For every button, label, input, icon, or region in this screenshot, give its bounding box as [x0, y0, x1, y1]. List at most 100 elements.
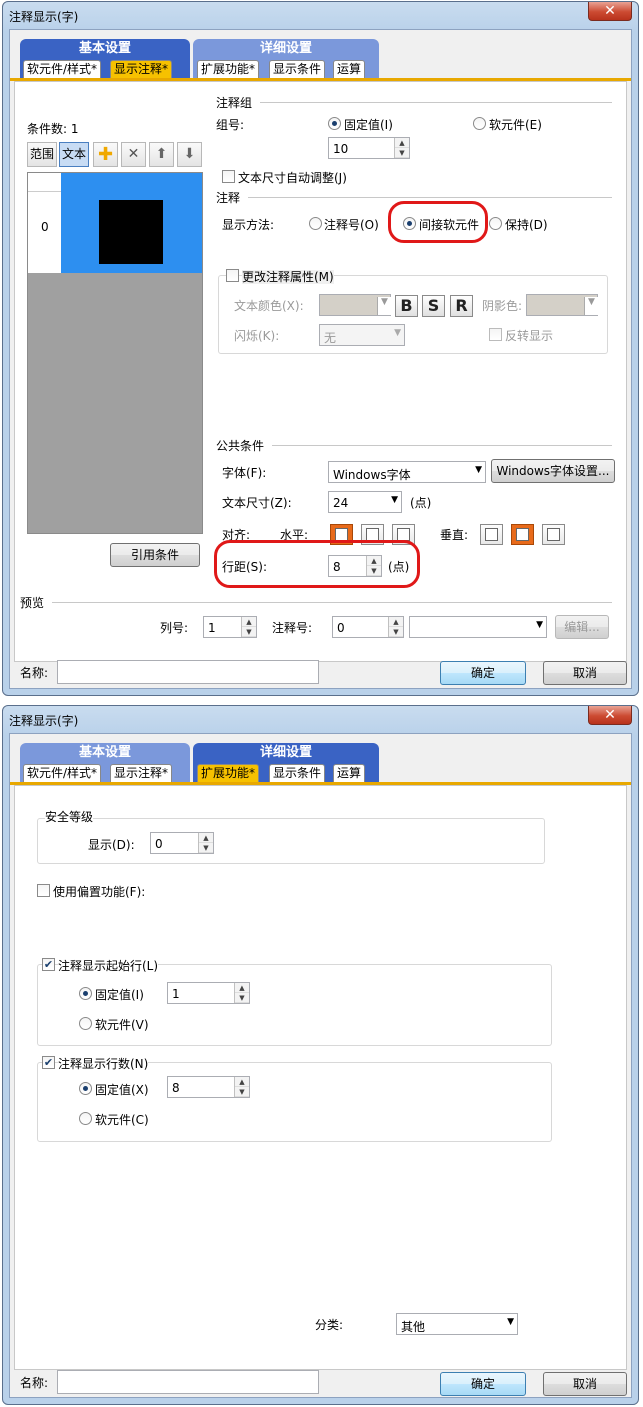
- start-row-checkbox[interactable]: ✔: [42, 958, 55, 971]
- comment-header: 注释: [216, 191, 241, 205]
- subtab-extension[interactable]: 扩展功能*: [197, 60, 260, 78]
- name-label: 名称:: [20, 1376, 49, 1390]
- start-row-label[interactable]: 注释显示起始行(L): [58, 959, 159, 973]
- align-top-button[interactable]: [480, 524, 503, 545]
- auto-size-checkbox[interactable]: [222, 170, 235, 183]
- start-device-label[interactable]: 软元件(V): [95, 1018, 149, 1032]
- row-count-checkbox[interactable]: ✔: [42, 1056, 55, 1069]
- security-display-stepper[interactable]: 0 ▲ ▼: [150, 832, 214, 854]
- ref-condition-button[interactable]: 引用条件: [110, 543, 200, 567]
- radio-comment-no-label[interactable]: 注释号(O): [324, 218, 379, 232]
- text-color-picker[interactable]: ▼: [319, 294, 391, 316]
- chevron-down-icon: ▼: [394, 328, 401, 338]
- tab-detail-settings[interactable]: 详细设置: [193, 39, 379, 59]
- name-label: 名称:: [20, 666, 49, 680]
- align-middle-button[interactable]: [511, 524, 534, 545]
- comment-no-stepper[interactable]: 0 ▲ ▼: [332, 616, 404, 638]
- change-attr-checkbox[interactable]: [226, 269, 239, 282]
- tab-basic-settings[interactable]: 基本设置: [20, 743, 190, 763]
- add-icon[interactable]: ✚: [93, 142, 118, 167]
- move-down-icon[interactable]: ⬇: [177, 142, 202, 167]
- bold-button[interactable]: B: [395, 295, 418, 317]
- reverse-display-label[interactable]: 反转显示: [505, 329, 553, 343]
- count-device-label[interactable]: 软元件(C): [95, 1113, 149, 1127]
- preview-select[interactable]: ▼: [409, 616, 547, 638]
- subtab-device-style[interactable]: 软元件/样式*: [23, 60, 102, 78]
- subtab-display-comment[interactable]: 显示注释*: [110, 764, 173, 782]
- comment-no-value[interactable]: 0: [337, 621, 345, 635]
- ok-button[interactable]: 确定: [440, 661, 526, 685]
- reverse-display-checkbox[interactable]: [489, 328, 502, 341]
- stepper-arrows[interactable]: ▲ ▼: [198, 833, 213, 853]
- subtab-device-style[interactable]: 软元件/样式*: [23, 764, 102, 782]
- align-bottom-button[interactable]: [542, 524, 565, 545]
- font-settings-button[interactable]: Windows字体设置...: [491, 459, 615, 483]
- group-no-stepper[interactable]: 10 ▲ ▼: [328, 137, 410, 159]
- reverse-button[interactable]: R: [450, 295, 473, 317]
- count-fixed-label[interactable]: 固定值(X): [95, 1083, 149, 1097]
- highlight-line-spacing: [214, 540, 420, 588]
- radio-fixed-value[interactable]: [328, 117, 341, 130]
- condition-list[interactable]: 0: [27, 172, 203, 534]
- font-select[interactable]: Windows字体 ▼: [328, 461, 486, 483]
- divider: [272, 445, 612, 446]
- count-fixed-radio[interactable]: [79, 1082, 92, 1095]
- change-attr-label[interactable]: 更改注释属性(M): [242, 270, 334, 284]
- stepper-arrows[interactable]: ▲ ▼: [241, 617, 256, 637]
- close-button[interactable]: ✕: [588, 706, 632, 725]
- subtab-extension[interactable]: 扩展功能*: [197, 764, 260, 782]
- subtab-operation[interactable]: 运算: [333, 764, 366, 782]
- close-button[interactable]: ✕: [588, 2, 632, 21]
- column-no-value[interactable]: 1: [208, 621, 216, 635]
- group-no-value[interactable]: 10: [333, 142, 348, 156]
- stepper-arrows[interactable]: ▲ ▼: [234, 983, 249, 1003]
- subtab-display-condition[interactable]: 显示条件: [269, 60, 326, 78]
- row-count-label[interactable]: 注释显示行数(N): [58, 1057, 149, 1071]
- radio-device[interactable]: [473, 117, 486, 130]
- blink-select[interactable]: 无 ▼: [319, 324, 405, 346]
- radio-keep[interactable]: [489, 217, 502, 230]
- delete-icon[interactable]: ✕: [121, 142, 146, 167]
- divider: [260, 102, 612, 103]
- list-item[interactable]: 0: [28, 192, 202, 273]
- security-display-value[interactable]: 0: [155, 837, 163, 851]
- radio-keep-label[interactable]: 保持(D): [505, 218, 548, 232]
- start-fixed-label[interactable]: 固定值(I): [95, 988, 144, 1002]
- count-fixed-stepper[interactable]: 8 ▲ ▼: [167, 1076, 250, 1098]
- shadow-button[interactable]: S: [422, 295, 445, 317]
- name-input[interactable]: [57, 1370, 319, 1394]
- cancel-button[interactable]: 取消: [543, 661, 627, 685]
- tab-detail-settings[interactable]: 详细设置: [193, 743, 379, 763]
- radio-comment-no[interactable]: [309, 217, 322, 230]
- category-select[interactable]: 其他 ▼: [396, 1313, 518, 1335]
- text-size-select[interactable]: 24 ▼: [328, 491, 402, 513]
- stepper-arrows[interactable]: ▲ ▼: [388, 617, 403, 637]
- start-device-radio[interactable]: [79, 1017, 92, 1030]
- subtab-display-condition[interactable]: 显示条件: [269, 764, 326, 782]
- column-no-stepper[interactable]: 1 ▲ ▼: [203, 616, 257, 638]
- count-device-radio[interactable]: [79, 1112, 92, 1125]
- shadow-color-picker[interactable]: ▼: [526, 294, 598, 316]
- ok-button[interactable]: 确定: [440, 1372, 526, 1396]
- range-button[interactable]: 范围: [27, 142, 57, 167]
- offset-checkbox[interactable]: [37, 884, 50, 897]
- cancel-button[interactable]: 取消: [543, 1372, 627, 1396]
- offset-label[interactable]: 使用偏置功能(F):: [53, 885, 145, 899]
- subtab-operation[interactable]: 运算: [333, 60, 366, 78]
- start-fixed-radio[interactable]: [79, 987, 92, 1000]
- name-input[interactable]: [57, 660, 319, 684]
- auto-size-label[interactable]: 文本尺寸自动调整(J): [238, 171, 347, 185]
- stepper-arrows[interactable]: ▲ ▼: [394, 138, 409, 158]
- radio-device-label[interactable]: 软元件(E): [489, 118, 542, 132]
- stepper-arrows[interactable]: ▲ ▼: [234, 1077, 249, 1097]
- text-button[interactable]: 文本: [59, 142, 89, 167]
- radio-fixed-label[interactable]: 固定值(I): [344, 118, 393, 132]
- start-fixed-stepper[interactable]: 1 ▲ ▼: [167, 982, 250, 1004]
- edit-button[interactable]: 编辑...: [555, 615, 609, 639]
- text-size-value: 24: [333, 496, 349, 510]
- start-fixed-value[interactable]: 1: [172, 987, 180, 1001]
- tab-basic-settings[interactable]: 基本设置: [20, 39, 190, 59]
- subtab-display-comment[interactable]: 显示注释*: [110, 60, 173, 78]
- count-fixed-value[interactable]: 8: [172, 1081, 180, 1095]
- move-up-icon[interactable]: ⬆: [149, 142, 174, 167]
